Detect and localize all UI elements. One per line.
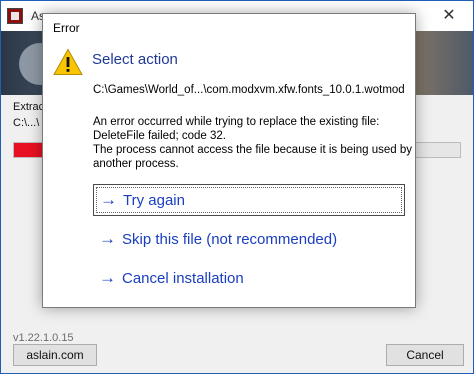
version-label: v1.22.1.0.15	[13, 332, 74, 344]
arrow-right-icon: →	[99, 229, 116, 248]
try-again-label: Try again	[123, 192, 185, 209]
dialog-titlebar: Error	[43, 14, 415, 40]
app-icon	[7, 8, 23, 24]
cancel-installation-button[interactable]: → Cancel installation	[93, 263, 405, 295]
cancel-installation-label: Cancel installation	[122, 270, 244, 287]
main-instruction: Select action	[92, 51, 178, 68]
file-path: C:\Games\World_of...\com.modxvm.xfw.font…	[93, 84, 405, 96]
close-icon[interactable]: ✕	[427, 1, 471, 31]
warning-icon	[53, 48, 83, 75]
extract-path: C:\...\	[13, 117, 40, 129]
message-line: An error occurred while trying to replac…	[93, 116, 380, 128]
message-line: another process.	[93, 158, 179, 170]
error-message: An error occurred while trying to replac…	[93, 115, 412, 171]
error-dialog: Error Select action C:\Games\World_of...…	[42, 13, 416, 308]
arrow-right-icon: →	[100, 190, 117, 209]
skip-file-label: Skip this file (not recommended)	[122, 231, 338, 248]
skip-file-button[interactable]: → Skip this file (not recommended)	[93, 224, 405, 256]
cancel-button[interactable]: Cancel	[386, 344, 464, 366]
arrow-right-icon: →	[99, 268, 116, 287]
message-line: DeleteFile failed; code 32.	[93, 130, 226, 142]
dialog-title: Error	[53, 21, 80, 35]
try-again-button[interactable]: → Try again	[93, 184, 405, 216]
message-line: The process cannot access the file becau…	[93, 144, 412, 156]
aslain-site-button[interactable]: aslain.com	[13, 344, 97, 366]
